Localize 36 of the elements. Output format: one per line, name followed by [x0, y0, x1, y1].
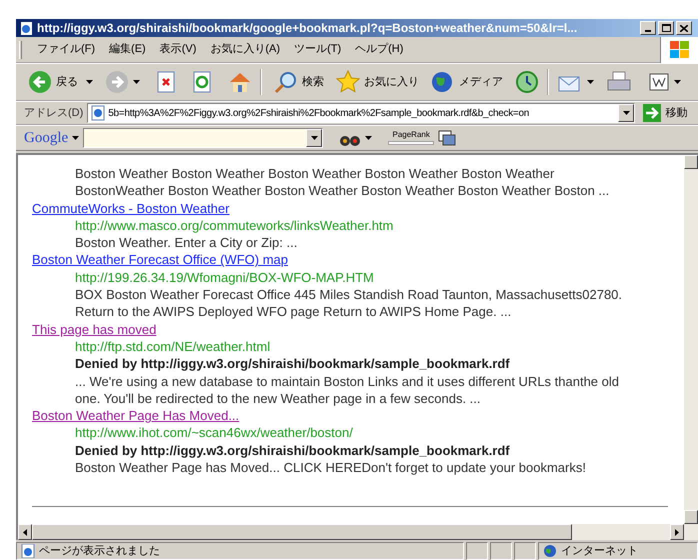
window-title: http://iggy.w3.org/shiraishi/bookmark/google+bookmark.pl?q=Boston+weather&num=50&lr=l... [37, 20, 578, 37]
menu-item[interactable]: ファイル(F) [30, 41, 102, 58]
result-snippet: Return to the AWIPS Deployed WFO page Return to AWIPS Home Page. ... [75, 303, 512, 321]
denied-notice: Denied by http://iggy.w3.org/shiraishi/bookmark/sample_bookmark.rdf [75, 355, 510, 373]
result-url: http://www.masco.org/commuteworks/linksWeather.htm [75, 216, 394, 234]
result-snippet: ... We're using a new database to maintain Boston Links and it uses different URLs thanthe old [75, 372, 619, 390]
google-logo[interactable]: Google [24, 126, 80, 150]
result-snippet: Boston Weather Page has Moved... CLICK HEREDon't forget to update your bookmarks! [75, 459, 586, 476]
menu-item[interactable]: お気に入り(A) [203, 41, 288, 58]
pagerank-meter: PageRank [388, 131, 434, 145]
result-snippet: BostonWeather Boston Weather Boston Weather Boston Weather Boston Weather Boston ... [75, 182, 610, 200]
menu-item[interactable]: ツール(T) [287, 41, 348, 58]
favorites-button[interactable]: お気に入り [332, 70, 423, 94]
menu-item[interactable]: 編集(E) [102, 41, 153, 58]
result-link[interactable]: Boston Weather Page Has Moved... [32, 407, 240, 424]
result-url: http://www.ihot.com/~scan46wx/weather/boston/ [75, 424, 353, 442]
menu-item[interactable]: 表示(V) [152, 41, 204, 58]
result-link[interactable]: Boston Weather Forecast Office (WFO) map [32, 251, 288, 269]
result-snippet: one. You'll be redirected to the new Weather page in a few seconds. ... [75, 390, 481, 408]
address-label: アドレス(D) [24, 106, 84, 121]
result-snippet: BOX Boston Weather Forecast Office 445 Miles Standish Road Taunton, Massachusetts02780. [75, 286, 622, 304]
result-snippet: Boston Weather Boston Weather Boston Weather Boston Weather Boston Weather [75, 165, 554, 182]
result-url: http://ftp.std.com/NE/weather.html [75, 338, 270, 356]
security-zone: インターネット [561, 544, 638, 559]
result-link[interactable]: CommuteWorks - Boston Weather [32, 200, 230, 217]
status-message: ページが表示されました [39, 544, 160, 559]
back-button[interactable]: 戻る [24, 70, 82, 94]
denied-notice: Denied by http://iggy.w3.org/shiraishi/bookmark/sample_bookmark.rdf [75, 442, 510, 460]
result-url: http://199.26.34.19/Wfomagni/BOX-WFO-MAP.HTM [75, 268, 374, 286]
menu-item[interactable]: ヘルプ(H) [348, 41, 410, 58]
search-button[interactable]: 検索 [270, 70, 328, 94]
media-button[interactable]: メディア [427, 70, 507, 94]
address-field[interactable]: 5b=http%3A%2F%2Figgy.w3.org%2Fshiraishi%2Fbookmark%2Fsample_bookmark.rdf&b_check=on [87, 103, 636, 123]
result-link[interactable]: This page has moved [32, 320, 156, 338]
result-snippet: Boston Weather. Enter a City or Zip: ... [75, 234, 298, 252]
go-button[interactable]: 移動 [643, 104, 688, 122]
